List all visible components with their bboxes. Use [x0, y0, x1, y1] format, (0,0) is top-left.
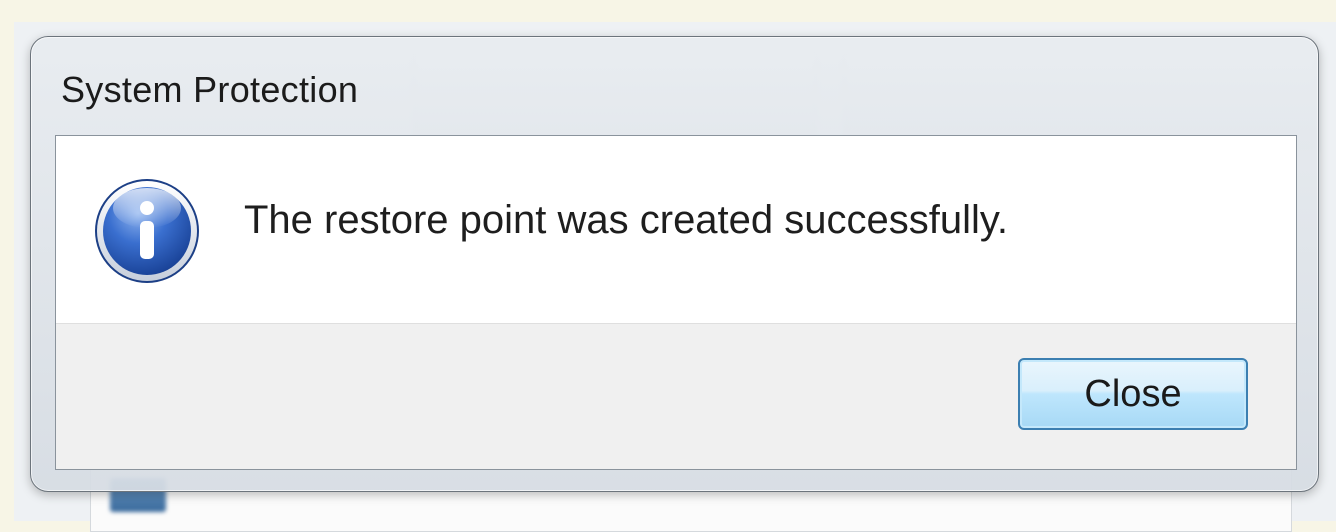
- dialog-client-area: The restore point was created successful…: [55, 135, 1297, 470]
- system-protection-dialog: System Protection The restore point was …: [30, 36, 1319, 492]
- info-icon: [95, 179, 199, 283]
- dialog-message: The restore point was created successful…: [244, 198, 1009, 242]
- close-button[interactable]: Close: [1018, 358, 1248, 430]
- message-area: The restore point was created successful…: [56, 136, 1296, 324]
- dialog-title: System Protection: [61, 69, 359, 110]
